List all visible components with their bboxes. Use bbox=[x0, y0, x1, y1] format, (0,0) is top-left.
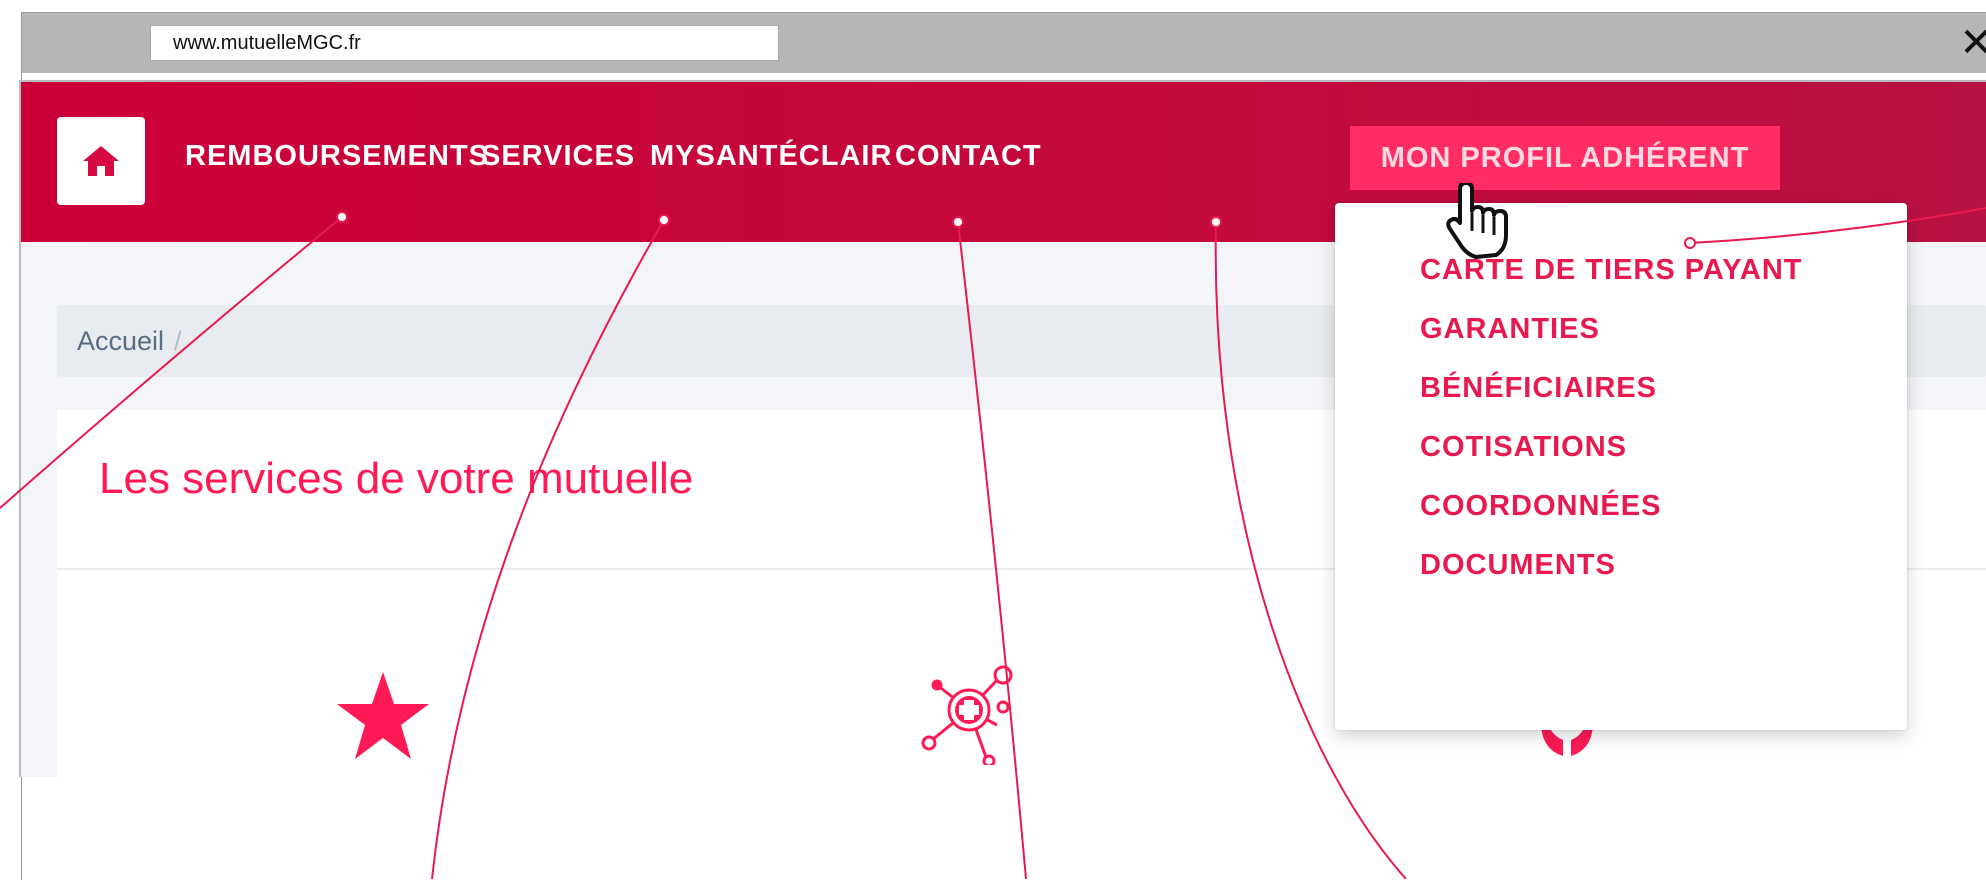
menu-item-coordonnees[interactable]: COORDONNÉES bbox=[1420, 490, 1661, 523]
menu-item-garanties[interactable]: GARANTIES bbox=[1420, 313, 1600, 346]
health-network-icon[interactable] bbox=[917, 665, 1027, 765]
breadcrumb-separator: / bbox=[174, 326, 182, 356]
nav-mysanteclair[interactable]: MYSANTÉCLAIR bbox=[650, 140, 892, 173]
url-field[interactable]: www.mutuelleMGC.fr bbox=[150, 25, 779, 61]
nav-contact[interactable]: CONTACT bbox=[895, 140, 1042, 173]
hand-pointer-cursor-icon bbox=[1446, 183, 1508, 259]
close-icon[interactable]: ✕ bbox=[1959, 23, 1986, 63]
breadcrumb-home-link[interactable]: Accueil bbox=[77, 326, 164, 356]
home-icon bbox=[83, 146, 119, 176]
nav-services[interactable]: SERVICES bbox=[481, 140, 635, 173]
nav-remboursements[interactable]: REMBOURSEMENTS bbox=[185, 140, 489, 173]
menu-item-beneficiaires[interactable]: BÉNÉFICIAIRES bbox=[1420, 372, 1657, 405]
browser-toolbar: www.mutuelleMGC.fr bbox=[22, 13, 1986, 73]
menu-item-documents[interactable]: DOCUMENTS bbox=[1420, 549, 1616, 582]
menu-item-cotisations[interactable]: COTISATIONS bbox=[1420, 431, 1627, 464]
page-title: Les services de votre mutuelle bbox=[99, 454, 694, 503]
star-icon[interactable] bbox=[335, 670, 431, 762]
nav-mon-profil-adherent[interactable]: MON PROFIL ADHÉRENT bbox=[1350, 126, 1780, 190]
home-button[interactable] bbox=[57, 117, 145, 205]
profile-dropdown-menu: CARTE DE TIERS PAYANT GARANTIES BÉNÉFICI… bbox=[1335, 203, 1907, 730]
